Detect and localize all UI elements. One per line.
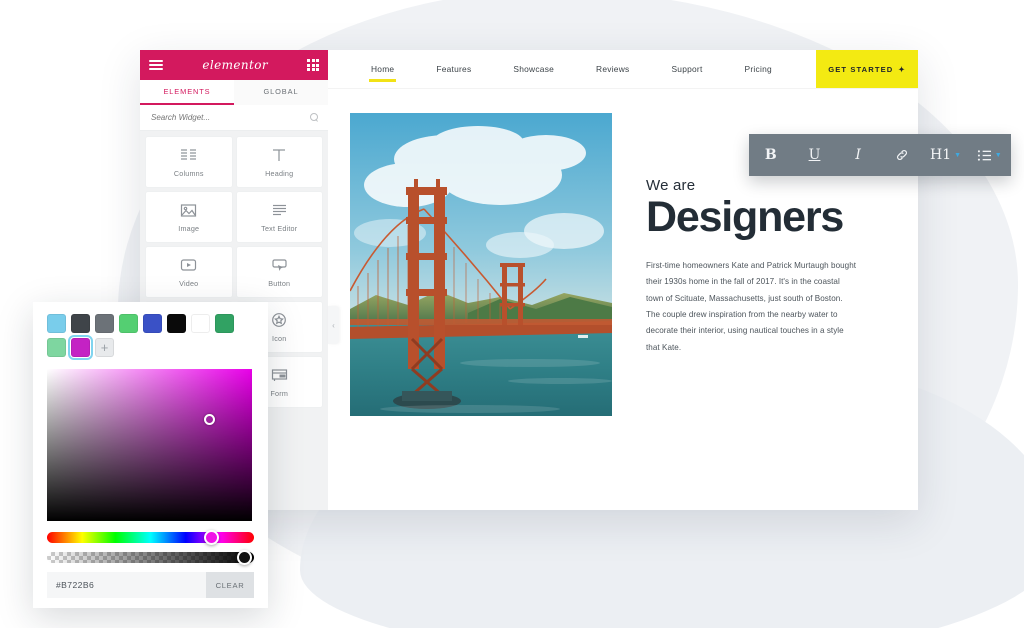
clear-button[interactable]: CLEAR xyxy=(206,572,254,598)
text-editor-icon xyxy=(271,202,288,219)
hero-body-text[interactable]: First-time homeowners Kate and Patrick M… xyxy=(646,258,858,356)
get-started-button[interactable]: GET STARTED ✦ xyxy=(816,50,918,88)
widget-label: Icon xyxy=(272,333,287,343)
hero-eyebrow: We are xyxy=(646,177,696,194)
sparkle-icon: ✦ xyxy=(898,64,906,74)
link-button[interactable] xyxy=(880,134,924,176)
search-input[interactable] xyxy=(149,112,269,123)
bullet-list-icon xyxy=(977,149,991,161)
hue-slider-handle[interactable] xyxy=(204,530,220,545)
form-icon xyxy=(271,367,288,384)
color-swatch-selected[interactable] xyxy=(68,335,93,360)
panel-collapse-toggle[interactable]: ‹ xyxy=(328,306,339,344)
color-picker-popup: + CLEAR xyxy=(33,302,268,608)
color-swatch[interactable] xyxy=(143,314,162,333)
color-swatch[interactable] xyxy=(215,314,234,333)
link-icon xyxy=(896,150,907,160)
widget-search-row xyxy=(140,105,328,131)
widget-label: Video xyxy=(179,278,199,288)
nav-link-pricing[interactable]: Pricing xyxy=(724,50,793,89)
chevron-down-icon: ▼ xyxy=(954,151,962,159)
hex-input[interactable] xyxy=(47,572,206,598)
heading-level-label: H1 xyxy=(929,147,952,163)
list-button[interactable]: ▼ xyxy=(967,134,1011,176)
hero-image xyxy=(350,113,612,416)
site-navbar: Home Features Showcase Reviews Support P… xyxy=(328,50,918,89)
widget-image[interactable]: Image xyxy=(146,192,232,242)
nav-link-features[interactable]: Features xyxy=(415,50,492,89)
panel-header: elementor xyxy=(140,50,328,80)
color-swatch[interactable] xyxy=(95,314,114,333)
star-icon xyxy=(271,312,287,329)
hue-slider[interactable] xyxy=(47,530,254,545)
add-color-button[interactable]: + xyxy=(95,338,114,357)
alpha-slider-handle[interactable] xyxy=(237,550,253,565)
golden-gate-bridge-illustration xyxy=(350,113,612,416)
columns-icon xyxy=(180,147,197,164)
video-icon xyxy=(180,257,197,274)
saturation-value-handle[interactable] xyxy=(204,414,215,425)
button-icon xyxy=(271,257,288,274)
screenshot-stage: elementor ELEMENTS GLOBAL Search Widget.… xyxy=(0,0,1024,628)
site-preview: Home Features Showcase Reviews Support P… xyxy=(328,50,918,510)
panel-tabs: ELEMENTS GLOBAL xyxy=(140,80,328,105)
tab-global[interactable]: GLOBAL xyxy=(234,80,328,105)
italic-button[interactable]: I xyxy=(836,134,880,176)
bold-button[interactable]: B xyxy=(749,134,793,176)
underline-button[interactable]: U xyxy=(793,134,837,176)
saturation-value-area[interactable] xyxy=(47,369,252,521)
hamburger-icon[interactable] xyxy=(149,60,163,70)
color-swatches: + xyxy=(47,314,254,360)
widget-text-editor[interactable]: Text Editor xyxy=(236,192,322,242)
widget-button[interactable]: Button xyxy=(236,247,322,297)
widget-label: Columns xyxy=(173,168,204,178)
widget-label: Image xyxy=(178,223,200,233)
widget-video[interactable]: Video xyxy=(146,247,232,297)
widget-label: Heading xyxy=(265,168,294,178)
color-swatch[interactable] xyxy=(191,314,210,333)
chevron-down-icon: ▼ xyxy=(994,151,1002,159)
rich-text-format-toolbar: B U I H1 ▼ ▼ xyxy=(749,134,1011,176)
color-swatch[interactable] xyxy=(47,314,66,333)
nav-link-home[interactable]: Home xyxy=(350,50,415,89)
widget-columns[interactable]: Columns xyxy=(146,137,232,187)
widget-label: Form xyxy=(270,388,289,398)
color-swatch[interactable] xyxy=(71,314,90,333)
color-swatch[interactable] xyxy=(47,338,66,357)
search-icon[interactable] xyxy=(310,113,319,122)
widget-heading[interactable]: Heading xyxy=(236,137,322,187)
grid-icon[interactable] xyxy=(307,59,319,71)
nav-link-support[interactable]: Support xyxy=(650,50,723,89)
nav-links: Home Features Showcase Reviews Support P… xyxy=(328,50,816,88)
nav-link-showcase[interactable]: Showcase xyxy=(492,50,575,89)
hero-headline[interactable]: Designers xyxy=(646,195,884,240)
widget-label: Button xyxy=(268,278,291,288)
nav-link-reviews[interactable]: Reviews xyxy=(575,50,650,89)
get-started-label: GET STARTED xyxy=(828,64,894,74)
widget-label: Text Editor xyxy=(261,223,298,233)
alpha-slider[interactable] xyxy=(47,550,254,565)
color-swatch[interactable] xyxy=(167,314,186,333)
color-swatch[interactable] xyxy=(119,314,138,333)
image-icon xyxy=(180,202,197,219)
heading-level-button[interactable]: H1 ▼ xyxy=(924,134,968,176)
elementor-logo: elementor xyxy=(202,58,269,72)
hex-input-row: CLEAR xyxy=(47,572,254,598)
heading-icon xyxy=(271,147,287,164)
tab-elements[interactable]: ELEMENTS xyxy=(140,80,234,105)
